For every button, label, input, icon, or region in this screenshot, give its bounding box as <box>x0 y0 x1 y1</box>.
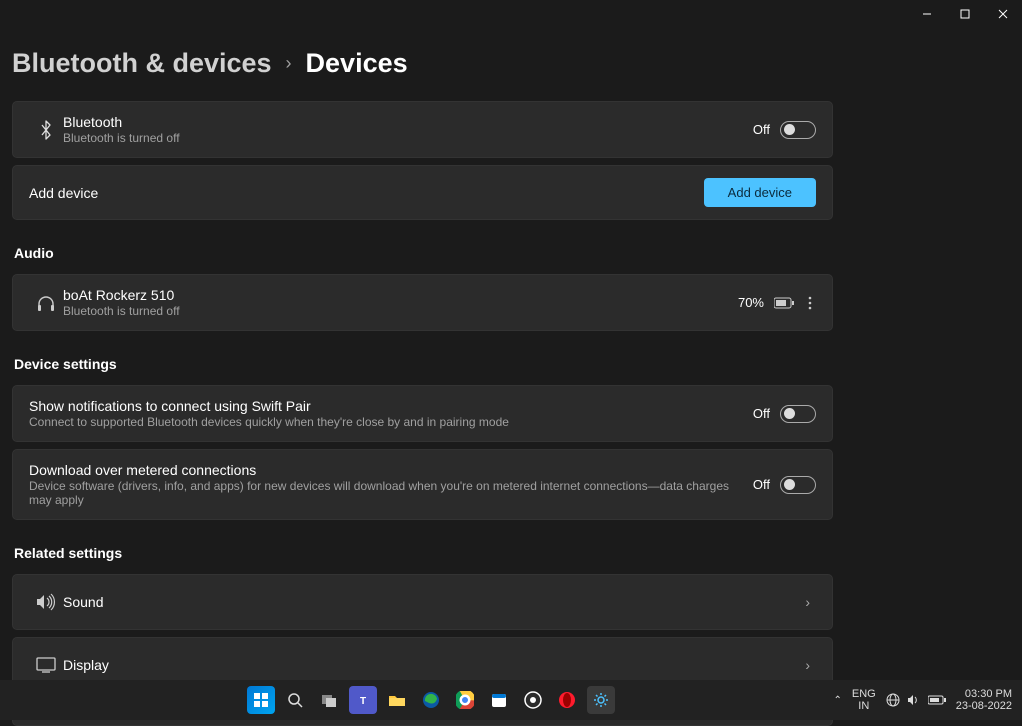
start-button[interactable] <box>247 686 275 714</box>
metered-sub: Device software (drivers, info, and apps… <box>29 479 753 507</box>
app-icon-1[interactable] <box>519 686 547 714</box>
sound-label: Sound <box>63 594 103 610</box>
explorer-icon[interactable] <box>383 686 411 714</box>
tray-chevron-icon[interactable]: ⌃ <box>833 695 841 706</box>
section-related: Related settings <box>14 545 833 561</box>
bluetooth-toggle[interactable] <box>780 121 816 139</box>
taskbar: T ⌃ ENG IN <box>0 680 1022 720</box>
bluetooth-card: Bluetooth Bluetooth is turned off Off <box>12 101 833 158</box>
more-options-icon[interactable] <box>804 292 816 314</box>
settings-icon[interactable] <box>587 686 615 714</box>
sound-card[interactable]: Sound › <box>12 574 833 630</box>
sound-icon <box>29 593 63 611</box>
metered-card: Download over metered connections Device… <box>12 449 833 520</box>
breadcrumb: Bluetooth & devices › Devices <box>0 0 1022 101</box>
svg-text:T: T <box>360 696 366 706</box>
language-indicator[interactable]: ENG IN <box>852 688 876 712</box>
metered-toggle[interactable] <box>780 476 816 494</box>
clock[interactable]: 03:30 PM 23-08-2022 <box>956 688 1012 712</box>
bluetooth-toggle-label: Off <box>753 122 770 137</box>
headphones-icon <box>29 293 63 313</box>
chevron-right-icon: › <box>799 594 816 610</box>
section-device-settings: Device settings <box>14 356 833 372</box>
chrome-icon[interactable] <box>451 686 479 714</box>
audio-device-name: boAt Rockerz 510 <box>63 287 738 303</box>
section-audio: Audio <box>14 245 833 261</box>
calendar-app-icon[interactable] <box>485 686 513 714</box>
bluetooth-icon <box>29 119 63 141</box>
bluetooth-subtitle: Bluetooth is turned off <box>63 131 753 145</box>
display-label: Display <box>63 657 109 673</box>
chevron-right-icon: › <box>286 53 292 74</box>
network-icon[interactable] <box>886 693 900 707</box>
add-device-card: Add device Add device <box>12 165 833 220</box>
chevron-right-icon: › <box>799 657 816 673</box>
metered-toggle-label: Off <box>753 477 770 492</box>
breadcrumb-current: Devices <box>306 48 408 79</box>
task-view-icon[interactable] <box>315 686 343 714</box>
add-device-button[interactable]: Add device <box>704 178 816 207</box>
add-device-label: Add device <box>29 185 98 201</box>
display-icon <box>29 657 63 673</box>
battery-percent: 70% <box>738 295 764 310</box>
metered-title: Download over metered connections <box>29 462 753 478</box>
tray-battery-icon[interactable] <box>928 695 946 705</box>
maximize-button[interactable] <box>946 0 984 28</box>
breadcrumb-parent[interactable]: Bluetooth & devices <box>12 48 272 79</box>
swift-pair-toggle-label: Off <box>753 406 770 421</box>
audio-device-card[interactable]: boAt Rockerz 510 Bluetooth is turned off… <box>12 274 833 331</box>
edge-icon[interactable] <box>417 686 445 714</box>
close-button[interactable] <box>984 0 1022 28</box>
swift-pair-toggle[interactable] <box>780 405 816 423</box>
teams-icon[interactable]: T <box>349 686 377 714</box>
audio-device-sub: Bluetooth is turned off <box>63 304 738 318</box>
swift-pair-card: Show notifications to connect using Swif… <box>12 385 833 442</box>
minimize-button[interactable] <box>908 0 946 28</box>
window-controls <box>908 0 1022 28</box>
volume-icon[interactable] <box>907 694 921 706</box>
search-icon[interactable] <box>281 686 309 714</box>
swift-pair-title: Show notifications to connect using Swif… <box>29 398 753 414</box>
battery-icon <box>774 297 794 309</box>
opera-icon[interactable] <box>553 686 581 714</box>
bluetooth-title: Bluetooth <box>63 114 753 130</box>
swift-pair-sub: Connect to supported Bluetooth devices q… <box>29 415 753 429</box>
